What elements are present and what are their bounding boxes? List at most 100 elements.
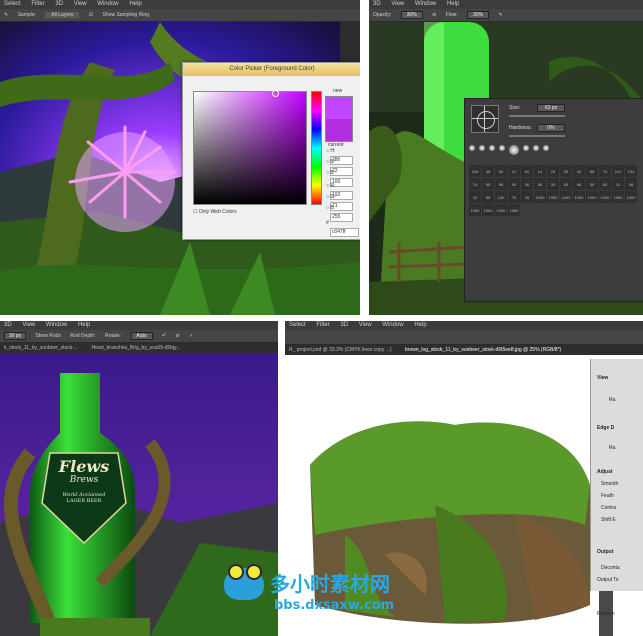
menu-item[interactable]: Window: [382, 322, 403, 328]
angle-input[interactable]: Auto: [130, 331, 153, 340]
brush-preset[interactable]: 95: [482, 178, 494, 190]
airbrush-icon[interactable]: ✎: [498, 12, 502, 18]
brush-angle-widget[interactable]: [471, 105, 499, 133]
brush-preset[interactable]: 1000: [573, 191, 585, 203]
brush-preset[interactable]: 48: [625, 178, 637, 190]
brush-preset[interactable]: 45: [482, 165, 494, 177]
menu-item[interactable]: Select: [4, 1, 21, 7]
brush-preset[interactable]: 95: [495, 178, 507, 190]
current-color-swatch[interactable]: [326, 119, 352, 141]
brush-preset[interactable]: 75: [508, 191, 520, 203]
doc-tab-active[interactable]: brown_log_stock_11_by_sunbeer_stock-d6t5…: [405, 347, 561, 353]
menu-item[interactable]: Window: [415, 1, 436, 7]
undo-icon[interactable]: ↶: [162, 333, 166, 339]
brush-preset[interactable]: 32: [469, 191, 481, 203]
brush-preset[interactable]: 1000: [612, 191, 624, 203]
menu-item[interactable]: Help: [78, 322, 90, 328]
sample-select[interactable]: All Layers: [45, 12, 80, 18]
menu-item[interactable]: View: [359, 322, 372, 328]
commit-icon[interactable]: ✓: [189, 333, 193, 339]
brush-preset[interactable]: 1950: [547, 191, 559, 203]
brush-preset[interactable]: 112: [612, 165, 624, 177]
brush-preset[interactable]: 39: [586, 178, 598, 190]
brush-preset[interactable]: 100: [495, 191, 507, 203]
show-ring-checkbox[interactable]: ☑: [89, 12, 93, 18]
brush-preset[interactable]: 134: [625, 165, 637, 177]
hue-slider[interactable]: [311, 91, 322, 205]
brush-preset[interactable]: 1000: [534, 191, 546, 203]
size-input[interactable]: 30 px: [4, 331, 26, 340]
brush-preset[interactable]: 1000: [599, 191, 611, 203]
decontaminate-label[interactable]: Deconta: [601, 565, 620, 571]
brush-tip[interactable]: [469, 145, 475, 151]
brush-preset[interactable]: 1000: [560, 191, 572, 203]
brush-preset[interactable]: 63: [560, 178, 572, 190]
brush-preset[interactable]: 90: [508, 178, 520, 190]
brush-preset[interactable]: 21: [508, 165, 520, 177]
eyedropper-icon[interactable]: ✎: [4, 12, 8, 18]
brush-preset[interactable]: 36: [521, 178, 533, 190]
menu-item[interactable]: Help: [414, 322, 426, 328]
menu-item[interactable]: Filter: [316, 322, 329, 328]
size-input[interactable]: 63 px: [537, 104, 565, 112]
cancel-icon[interactable]: ⊘: [176, 333, 180, 339]
menu-item[interactable]: Help: [129, 1, 141, 7]
brush-preset[interactable]: 1000: [586, 191, 598, 203]
brush-preset[interactable]: 33: [547, 178, 559, 190]
brush-tip[interactable]: [479, 145, 485, 151]
hex-input[interactable]: c047ff: [330, 228, 359, 237]
brush-preset[interactable]: 1000: [495, 204, 507, 216]
brush-preset[interactable]: 26: [547, 165, 559, 177]
brush-tip[interactable]: [489, 145, 495, 151]
brush-preset[interactable]: 36: [534, 178, 546, 190]
doc-tab[interactable]: R_ project.psd @ 33.3% (CMYK lines copy …: [289, 347, 392, 353]
brush-preset[interactable]: 63: [599, 178, 611, 190]
remember-settings[interactable]: Remem: [597, 611, 615, 617]
brush-preset[interactable]: 100: [469, 165, 481, 177]
menu-item[interactable]: Select: [289, 322, 306, 328]
brush-tip[interactable]: [499, 145, 505, 151]
brush-preset[interactable]: 1000: [625, 191, 637, 203]
show-rods[interactable]: Show Rods: [35, 333, 61, 339]
menu-item[interactable]: 3D: [4, 322, 12, 328]
brush-preset[interactable]: 1000: [482, 204, 494, 216]
menu-item[interactable]: 3D: [373, 1, 381, 7]
doc-tab[interactable]: k_stock_11_by_sunbeer_stock-...: [4, 345, 78, 351]
brush-tip[interactable]: [523, 145, 529, 151]
picker-cursor[interactable]: [272, 90, 279, 97]
brush-preset[interactable]: 90: [495, 165, 507, 177]
menu-item[interactable]: 3D: [340, 322, 348, 328]
brush-preset[interactable]: 60: [521, 165, 533, 177]
hardness-slider[interactable]: [509, 135, 565, 137]
brush-tip[interactable]: [509, 145, 519, 155]
brush-preset[interactable]: 33: [560, 165, 572, 177]
flow-input[interactable]: 30%: [467, 10, 490, 19]
opacity-input[interactable]: 30%: [400, 10, 423, 19]
menu-item[interactable]: View: [22, 322, 35, 328]
saturation-field[interactable]: [193, 90, 307, 205]
menu-item[interactable]: Help: [447, 1, 459, 7]
hardness-input[interactable]: 0%: [537, 124, 565, 132]
brush-preset[interactable]: 55: [586, 165, 598, 177]
brush-preset[interactable]: 70: [599, 165, 611, 177]
brush-preset[interactable]: 45: [521, 191, 533, 203]
brush-preset[interactable]: 42: [573, 165, 585, 177]
menu-item[interactable]: View: [74, 1, 87, 7]
brush-preset[interactable]: 1000: [469, 204, 481, 216]
brush-tip[interactable]: [533, 145, 539, 151]
brush-tip[interactable]: [543, 145, 549, 151]
brush-preset[interactable]: 74: [469, 178, 481, 190]
menu-item[interactable]: Window: [97, 1, 118, 7]
brush-preset[interactable]: 1000: [508, 204, 520, 216]
menu-item[interactable]: Filter: [31, 1, 44, 7]
brush-preset[interactable]: 14: [534, 165, 546, 177]
brush-preset[interactable]: 66: [573, 178, 585, 190]
only-web-colors-label[interactable]: Only Web Colors: [199, 209, 237, 215]
size-slider[interactable]: [509, 115, 565, 117]
menu-item[interactable]: View: [391, 1, 404, 7]
menu-item[interactable]: 3D: [55, 1, 63, 7]
brush-preset[interactable]: 55: [482, 191, 494, 203]
doc-tab[interactable]: Heart_branches_Brig_by_sxu09-d5bjy...: [92, 345, 181, 351]
brush-preset[interactable]: 11: [612, 178, 624, 190]
pressure-icon[interactable]: ⊘: [432, 12, 436, 18]
